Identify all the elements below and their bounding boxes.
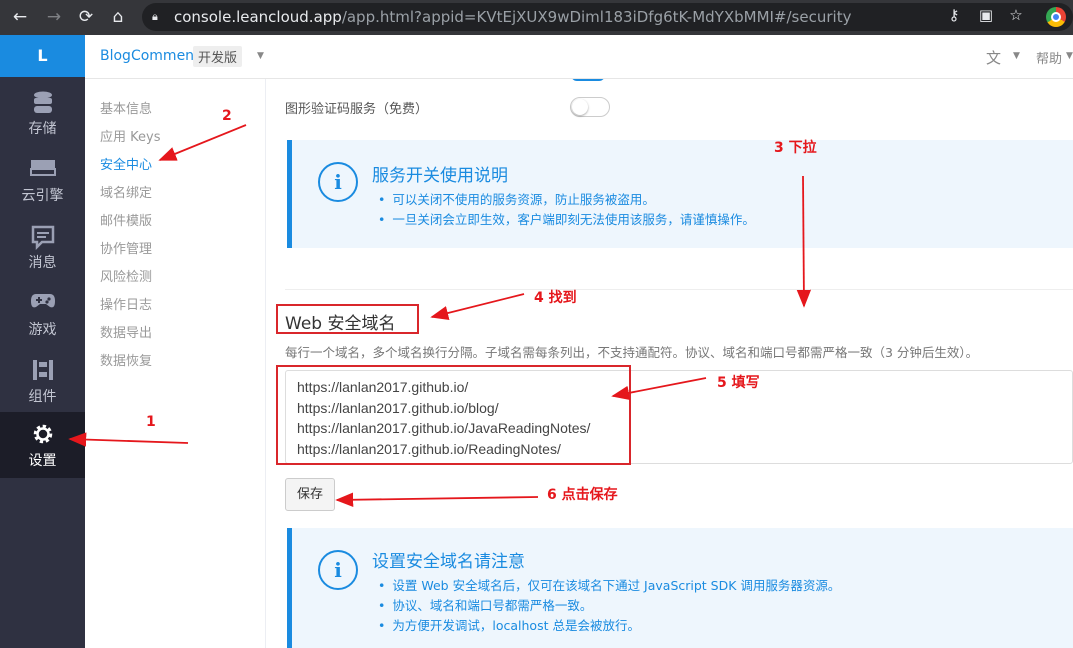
subnav-data-export[interactable]: 数据导出 bbox=[100, 322, 152, 341]
nav-storage[interactable]: 存储 bbox=[0, 80, 85, 146]
notice-title: 服务开关使用说明 bbox=[372, 166, 508, 186]
annotation-label: 2 bbox=[222, 108, 232, 124]
back-arrow-icon[interactable]: ← bbox=[8, 5, 32, 29]
divider bbox=[285, 289, 1073, 290]
url-host: console.leancloud.app bbox=[174, 8, 342, 26]
info-icon: i bbox=[318, 162, 358, 202]
annotation-label: 4 找到 bbox=[534, 290, 577, 306]
captcha-toggle[interactable] bbox=[570, 97, 610, 117]
toggle-switch-partial[interactable] bbox=[571, 79, 605, 81]
settings-subnav: 基本信息 应用 Keys 安全中心 域名绑定 邮件模版 协作管理 风险检测 操作… bbox=[85, 79, 266, 648]
browser-profile-icon[interactable] bbox=[1046, 7, 1066, 27]
browser-toolbar: ← → ⟳ ⌂ console.leancloud.app/app.html?a… bbox=[0, 0, 1073, 35]
list-item: 为方便开发调试，localhost 总是会被放行。 bbox=[378, 616, 840, 636]
subnav-operation-log[interactable]: 操作日志 bbox=[100, 294, 152, 313]
nav-settings-label: 设置 bbox=[28, 453, 57, 469]
nav-settings[interactable]: 设置 bbox=[0, 412, 85, 478]
address-bar[interactable]: console.leancloud.app/app.html?appid=KVt… bbox=[142, 3, 1073, 31]
domain-notice: i 设置安全域名请注意 设置 Web 安全域名后，仅可在该域名下通过 JavaS… bbox=[287, 528, 1073, 648]
nav-cloud-engine[interactable]: 云引擎 bbox=[0, 147, 85, 213]
help-menu[interactable]: 帮助 bbox=[1036, 48, 1062, 67]
app-header: BlogComment 开发版 ▼ 文 ▼ 帮助 ▼ bbox=[85, 35, 1073, 79]
star-icon[interactable]: ☆ bbox=[1005, 6, 1027, 24]
chevron-down-icon[interactable]: ▼ bbox=[257, 51, 264, 61]
nav-cloud-engine-label: 云引擎 bbox=[21, 188, 64, 204]
subnav-domain-binding[interactable]: 域名绑定 bbox=[100, 182, 152, 201]
subnav-data-restore[interactable]: 数据恢复 bbox=[100, 350, 152, 369]
annotation-label: 5 填写 bbox=[717, 375, 760, 391]
annotation-label: 6 点击保存 bbox=[547, 487, 618, 503]
subnav-app-keys[interactable]: 应用 Keys bbox=[100, 126, 160, 145]
cloud-engine-icon bbox=[29, 157, 56, 183]
chevron-down-icon[interactable]: ▼ bbox=[1013, 51, 1020, 61]
app-name-link[interactable]: BlogComment bbox=[100, 48, 200, 64]
forward-arrow-icon[interactable]: → bbox=[42, 5, 66, 29]
nav-components[interactable]: 组件 bbox=[0, 348, 85, 414]
nav-messages-label: 消息 bbox=[28, 255, 57, 271]
key-icon[interactable]: ⚷ bbox=[943, 6, 965, 24]
nav-messages[interactable]: 消息 bbox=[0, 214, 85, 280]
nav-components-label: 组件 bbox=[28, 389, 57, 405]
toggle-knob bbox=[572, 99, 588, 115]
subnav-security[interactable]: 安全中心 bbox=[100, 154, 152, 173]
home-icon[interactable]: ⌂ bbox=[106, 5, 130, 29]
notice-title: 设置安全域名请注意 bbox=[372, 552, 525, 572]
language-icon[interactable]: 文 bbox=[986, 47, 1001, 68]
reload-icon[interactable]: ⟳ bbox=[74, 5, 98, 29]
nav-storage-label: 存储 bbox=[28, 121, 57, 137]
nav-games[interactable]: 游戏 bbox=[0, 281, 85, 347]
service-switch-notice: i 服务开关使用说明 可以关闭不使用的服务资源，防止服务被盗用。 一旦关闭会立即… bbox=[287, 140, 1073, 248]
url-path: /app.html?appid=KVtEjXUX9wDiml183iDfg6tK… bbox=[341, 8, 852, 26]
subnav-risk-detection[interactable]: 风险检测 bbox=[100, 266, 152, 285]
list-item: 可以关闭不使用的服务资源，防止服务被盗用。 bbox=[378, 190, 755, 210]
gear-icon bbox=[30, 422, 56, 448]
subnav-email-templates[interactable]: 邮件模版 bbox=[100, 210, 152, 229]
annotation-box-domains bbox=[276, 365, 631, 465]
annotation-label: 1 bbox=[146, 414, 156, 430]
captcha-service-label: 图形验证码服务（免费） bbox=[285, 102, 429, 117]
main-sidebar: L 存储 云引擎 消息 游戏 组件 设置 bbox=[0, 35, 85, 648]
subnav-collaboration[interactable]: 协作管理 bbox=[100, 238, 152, 257]
list-item: 协议、域名和端口号都需严格一致。 bbox=[378, 596, 840, 616]
database-icon bbox=[30, 90, 56, 116]
gamepad-icon bbox=[30, 291, 56, 317]
annotation-label: 3 下拉 bbox=[774, 140, 817, 156]
notice-list: 设置 Web 安全域名后，仅可在该域名下通过 JavaScript SDK 调用… bbox=[378, 576, 840, 636]
message-icon bbox=[30, 224, 56, 251]
info-icon: i bbox=[318, 550, 358, 590]
list-item: 一旦关闭会立即生效，客户端即刻无法使用该服务，请谨慎操作。 bbox=[378, 210, 755, 230]
subnav-basic-info[interactable]: 基本信息 bbox=[100, 98, 152, 117]
translate-icon[interactable]: ▣ bbox=[975, 6, 997, 24]
env-badge[interactable]: 开发版 bbox=[193, 46, 243, 67]
save-button[interactable]: 保存 bbox=[285, 478, 335, 511]
lock-icon[interactable]: 🔒︎ bbox=[152, 10, 158, 24]
nav-games-label: 游戏 bbox=[28, 322, 57, 338]
app-logo[interactable]: L bbox=[0, 35, 85, 77]
components-icon bbox=[30, 358, 56, 384]
chevron-down-icon[interactable]: ▼ bbox=[1066, 51, 1073, 61]
notice-list: 可以关闭不使用的服务资源，防止服务被盗用。 一旦关闭会立即生效，客户端即刻无法使… bbox=[378, 190, 755, 230]
web-domain-description: 每行一个域名，多个域名换行分隔。子域名需每条列出，不支持通配符。协议、域名和端口… bbox=[285, 345, 979, 360]
annotation-box-title bbox=[276, 304, 419, 334]
security-panel: 图形验证码服务（免费） i 服务开关使用说明 可以关闭不使用的服务资源，防止服务… bbox=[267, 79, 1073, 648]
list-item: 设置 Web 安全域名后，仅可在该域名下通过 JavaScript SDK 调用… bbox=[378, 576, 840, 596]
